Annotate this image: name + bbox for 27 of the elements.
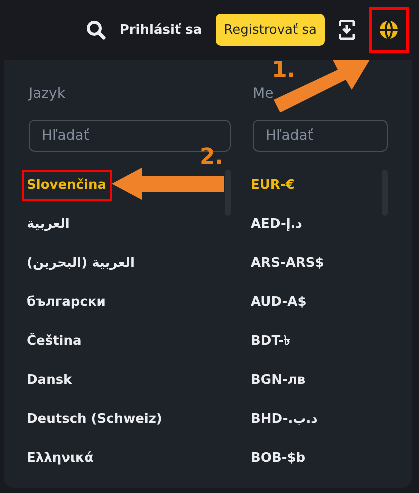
globe-icon (379, 20, 399, 40)
globe-button[interactable] (369, 7, 409, 53)
search-field[interactable]: Hľadať (253, 120, 388, 152)
currency-option[interactable]: BDT-৳ (246, 323, 296, 360)
register-button[interactable]: Registrovať sa (216, 14, 325, 46)
currency-option[interactable]: AED-د.إ (246, 209, 308, 240)
currency-option[interactable]: EUR-€ (246, 170, 300, 201)
currency-option[interactable]: BOB-$b (246, 443, 311, 474)
currency-option[interactable]: ARS-ARS$ (246, 248, 330, 279)
language-option[interactable]: Deutsch (Schweiz) (22, 404, 168, 435)
download-icon[interactable] (339, 20, 355, 40)
language-option[interactable]: Čeština (22, 326, 87, 357)
currency-option[interactable]: BHD-.د.ب (246, 404, 323, 435)
scrollbar[interactable] (225, 170, 231, 216)
currency-option[interactable]: BGN-лв (246, 365, 311, 396)
login-link[interactable]: Prihlásiť sa (120, 22, 202, 38)
language-option[interactable]: Dansk (22, 365, 78, 396)
language-option[interactable]: Slovenčina (22, 170, 112, 201)
language-option[interactable]: Ελληνικά (22, 443, 99, 474)
language-option[interactable]: български (22, 287, 111, 318)
column-title: Jazyk (29, 86, 66, 104)
search-icon[interactable] (86, 20, 106, 40)
annotation-label: 1. (272, 58, 296, 83)
language-option[interactable]: العربية (22, 209, 75, 240)
language-option[interactable]: العربية (البحرين) (22, 248, 140, 279)
column-title: Me (253, 86, 275, 104)
currency-option[interactable]: AUD-A$ (246, 287, 312, 318)
